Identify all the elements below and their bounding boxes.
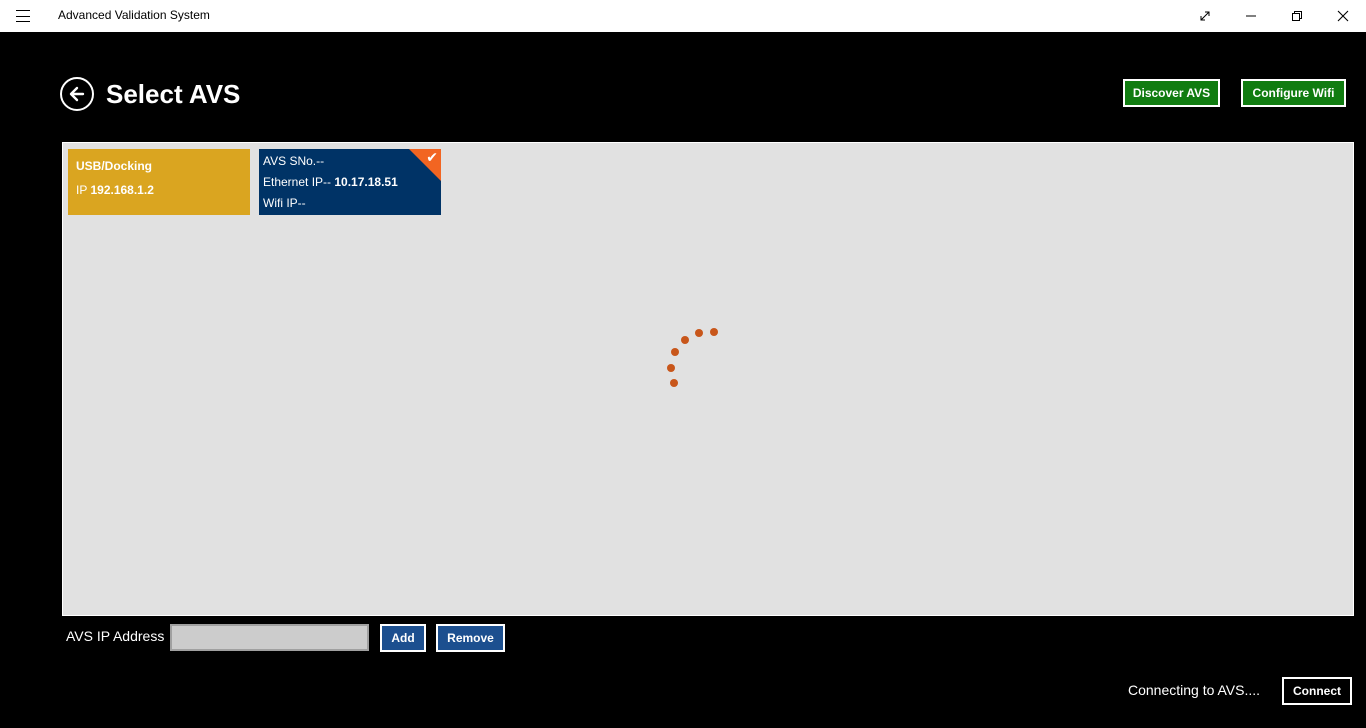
loading-spinner [667,328,718,387]
title-bar: Advanced Validation System [0,0,1366,32]
close-icon[interactable] [1320,0,1366,32]
connection-status: Connecting to AVS.... [1128,682,1261,698]
hamburger-menu-icon[interactable] [12,8,34,24]
avs-ip-address-input[interactable] [170,624,369,651]
avs-ip-address-label: AVS IP Address [66,628,165,644]
page-title: Select AVS [106,79,241,109]
usb-tile-title: USB/Docking [76,159,153,173]
back-button[interactable] [60,77,94,111]
checkmark-icon: ✔ [426,149,438,165]
usb-tile-ip: IP 192.168.1.2 [76,183,154,197]
add-button[interactable]: Add [380,624,426,652]
avs-wifi-ip: Wifi IP-- [263,196,306,210]
device-tile-usb[interactable]: USB/Docking IP 192.168.1.2 [68,149,250,215]
arrow-left-icon [69,86,85,102]
device-list-panel: USB/Docking IP 192.168.1.2 AVS SNo.-- Et… [62,142,1354,616]
device-tile-avs[interactable]: AVS SNo.-- Ethernet IP-- 10.17.18.51 Wif… [259,149,441,215]
remove-button[interactable]: Remove [436,624,505,652]
app-title: Advanced Validation System [58,8,210,22]
configure-wifi-button[interactable]: Configure Wifi [1241,79,1346,107]
minimize-icon[interactable] [1228,0,1274,32]
restore-icon[interactable] [1274,0,1320,32]
fullscreen-icon[interactable] [1182,0,1228,32]
discover-avs-button[interactable]: Discover AVS [1123,79,1220,107]
connect-button[interactable]: Connect [1282,677,1352,705]
